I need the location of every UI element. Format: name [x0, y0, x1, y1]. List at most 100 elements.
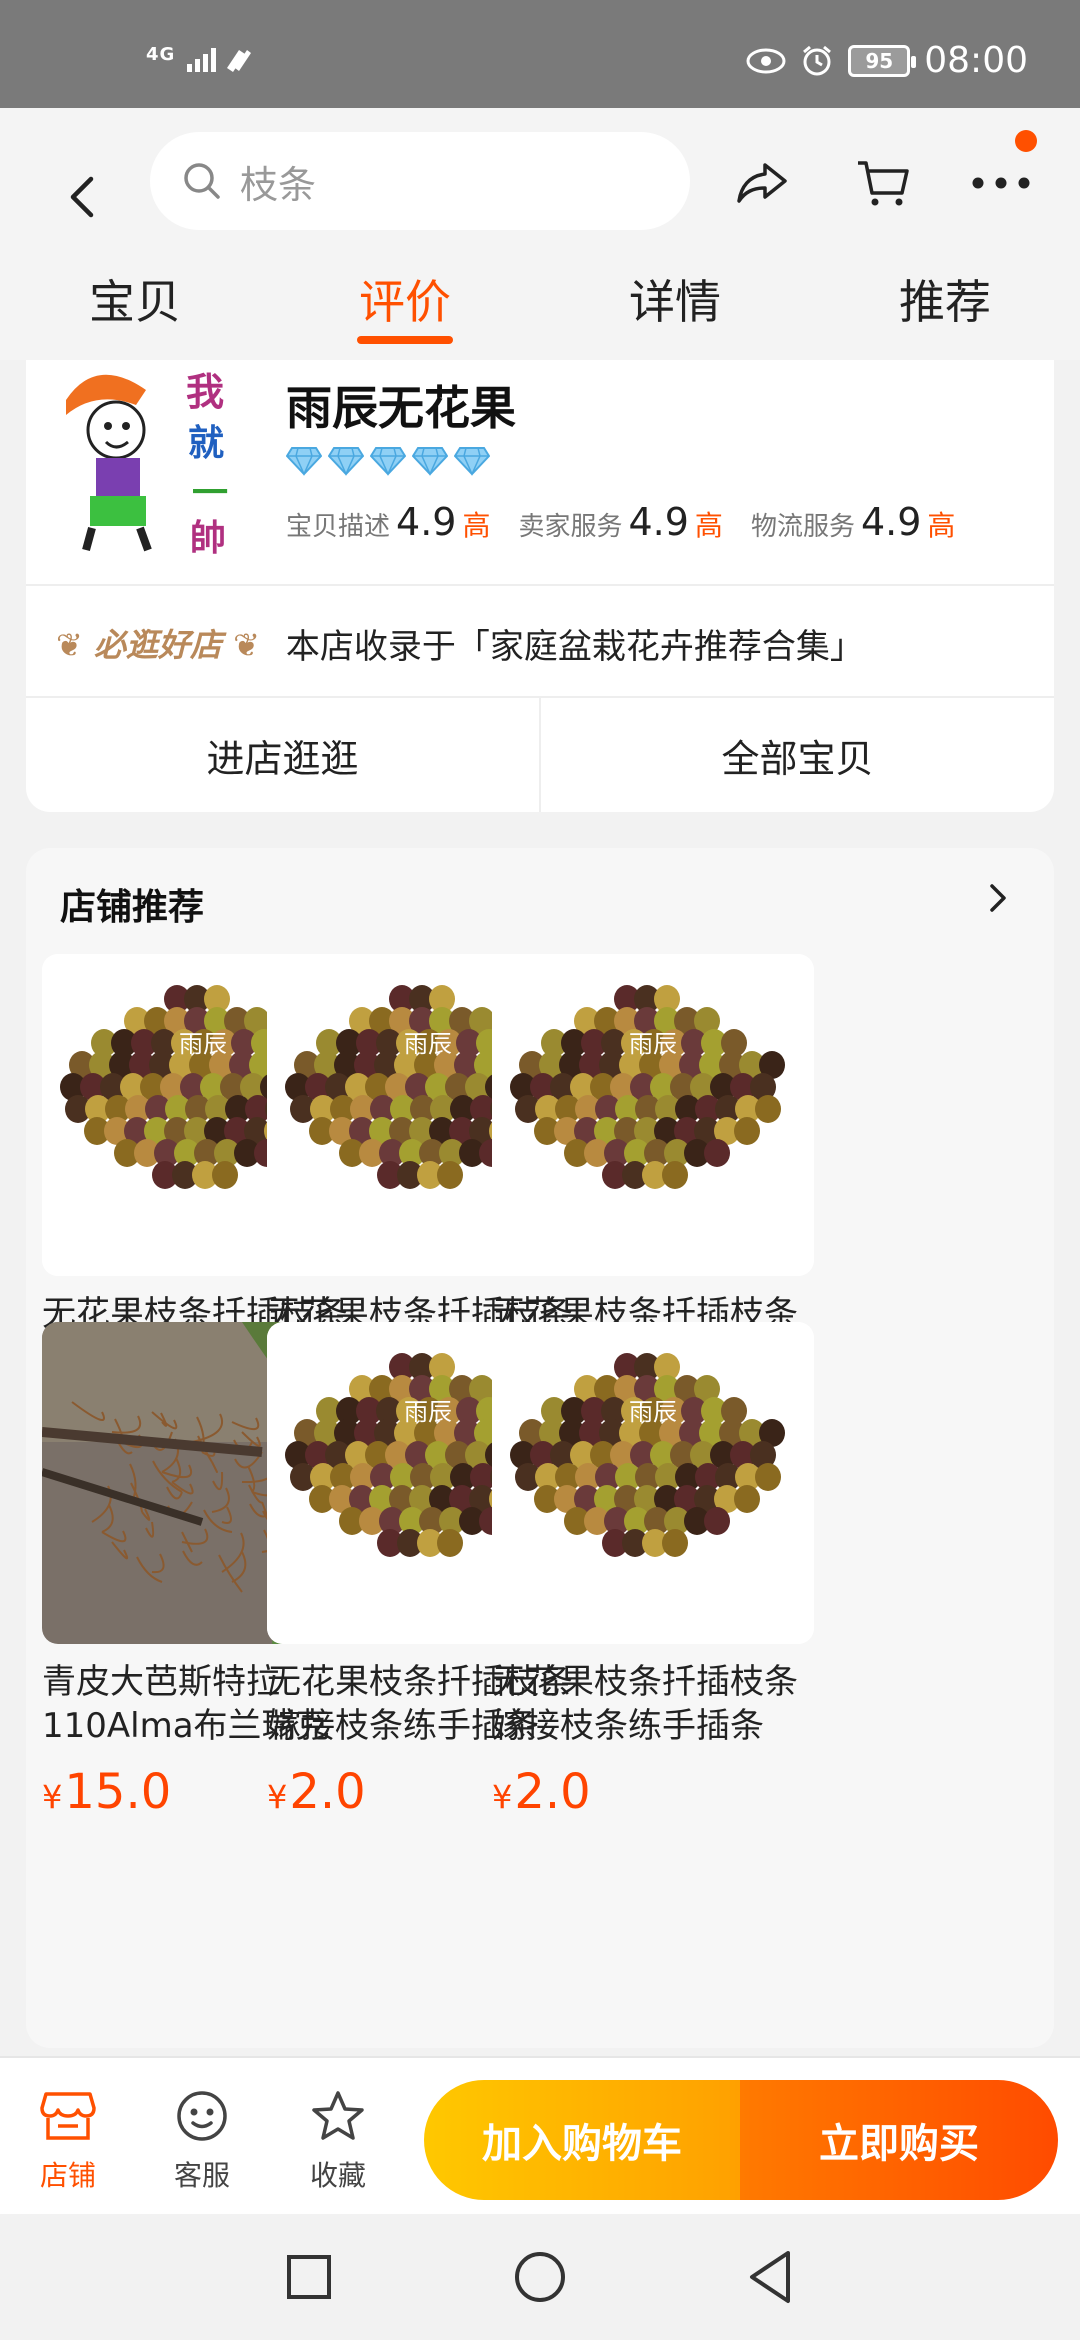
laurel-right-icon: ❦ [233, 626, 260, 664]
shop-rating-diamonds [286, 446, 490, 476]
shop-name[interactable]: 雨辰无花果 [286, 372, 516, 438]
score-tag: 高 [462, 509, 491, 542]
favorite-label: 收藏 [309, 2159, 366, 2192]
search-query: 枝条 [240, 162, 317, 207]
svg-text:帥: 帥 [190, 517, 226, 559]
product-thumbnail[interactable]: 雨辰 [492, 954, 814, 1276]
visit-shop-button[interactable]: 进店逛逛 [26, 698, 539, 812]
eye-icon [746, 48, 786, 73]
section-title: 店铺推荐 [60, 887, 205, 928]
price-value: 2.0 [514, 1764, 591, 1820]
currency-symbol: ¥ [267, 1778, 288, 1816]
badge-label: 必逛好店 [93, 626, 222, 664]
shop-logo[interactable]: 我 就 一 帥 [56, 360, 256, 560]
back-arrow-icon [70, 176, 94, 218]
shop-badge-row[interactable]: ❦ 必逛好店 ❦ 本店收录于「家庭盆栽花卉推荐合集」 [56, 608, 864, 678]
alarm-icon [803, 45, 832, 75]
all-items-button[interactable]: 全部宝贝 [539, 698, 1054, 812]
shop-tab-label: 店铺 [39, 2159, 96, 2192]
score-tag: 高 [927, 509, 956, 542]
svg-text:我: 我 [186, 369, 224, 414]
laurel-left-icon: ❦ [56, 626, 83, 664]
store-icon [40, 2092, 96, 2140]
watermark: 雨辰 [404, 1030, 452, 1058]
divider [26, 584, 1054, 586]
status-bar: 4G 95 08:00 [0, 0, 1080, 108]
notification-dot [1015, 130, 1037, 152]
shop-logo-image: 我 就 一 帥 [56, 360, 256, 560]
tab-reviews[interactable]: 评价 [270, 256, 540, 360]
svg-text:就: 就 [188, 422, 224, 464]
tab-recommend[interactable]: 推荐 [810, 256, 1080, 360]
must-visit-badge: ❦ 必逛好店 ❦ [56, 620, 260, 666]
buy-now-button[interactable]: 立即购买 [740, 2080, 1058, 2200]
shop-scores: 宝贝描述 4.9 高 卖家服务 4.9 高 物流服务 4.9 高 [286, 500, 955, 544]
tab-details[interactable]: 详情 [540, 256, 810, 360]
product-thumbnail[interactable]: 雨辰 [492, 1322, 814, 1644]
product-price: ¥2.0 [492, 1764, 814, 1820]
price-value: 2.0 [289, 1764, 366, 1820]
currency-symbol: ¥ [42, 1778, 63, 1816]
back-nav-button[interactable] [735, 2242, 805, 2312]
tab-bar: 宝贝 评价 详情 推荐 [0, 256, 1080, 360]
score-logistics: 物流服务 4.9 高 [751, 500, 955, 544]
bottom-action-bar: 店铺 客服 收藏 加入购物车 立即购买 [0, 2056, 1080, 2214]
watermark: 雨辰 [629, 1398, 677, 1426]
score-value: 4.9 [860, 500, 922, 544]
score-service: 卖家服务 4.9 高 [518, 500, 722, 544]
service-face-icon [177, 2091, 227, 2141]
watermark: 雨辰 [179, 1030, 227, 1058]
network-indicator: 4G [146, 44, 255, 74]
top-header: 枝条 宝贝 评价 详情 推荐 [0, 108, 1080, 360]
square-icon [287, 2255, 331, 2299]
shop-tab-button[interactable]: 店铺 [18, 2086, 118, 2194]
more-icon [972, 177, 1030, 189]
product-image: 雨辰 [492, 1322, 814, 1644]
clock: 08:00 [924, 40, 1028, 81]
customer-service-button[interactable]: 客服 [152, 2086, 252, 2194]
currency-symbol: ¥ [492, 1778, 513, 1816]
chevron-right-icon [990, 884, 1006, 912]
add-to-cart-button[interactable]: 加入购物车 [424, 2080, 740, 2200]
cart-button[interactable] [848, 148, 918, 218]
section-more-button[interactable] [978, 878, 1018, 918]
diamond-icon [286, 447, 322, 476]
score-description: 宝贝描述 4.9 高 [286, 500, 490, 544]
share-button[interactable] [727, 148, 797, 218]
search-icon [184, 163, 220, 199]
diamond-icon [454, 447, 490, 476]
product-image: 雨辰 [492, 954, 814, 1276]
network-type: 4G [146, 44, 176, 65]
more-button[interactable] [966, 148, 1036, 218]
recent-apps-button[interactable] [274, 2242, 344, 2312]
cart-icon [858, 161, 909, 206]
share-icon [737, 163, 787, 203]
circle-icon [515, 2252, 565, 2302]
price-value: 15.0 [64, 1764, 172, 1820]
score-label: 物流服务 [750, 512, 855, 542]
battery-indicator: 95 [848, 44, 917, 77]
home-button[interactable] [505, 2242, 575, 2312]
watermark: 雨辰 [629, 1030, 677, 1058]
product-card[interactable]: 雨辰无花果枝条扦插枝条嫁接枝条练手插条 ¥2.0 [492, 1322, 814, 1820]
triangle-back-icon [750, 2251, 790, 2303]
svg-text:一: 一 [192, 472, 228, 514]
status-right: 95 08:00 [746, 40, 1028, 81]
search-input[interactable]: 枝条 [150, 132, 690, 230]
diamond-icon [328, 447, 364, 476]
watermark: 雨辰 [404, 1398, 452, 1426]
score-value: 4.9 [628, 500, 689, 544]
score-label: 宝贝描述 [286, 512, 391, 542]
system-nav-bar [0, 2214, 1080, 2340]
product-title: 无花果枝条扦插枝条嫁接枝条练手插条 [492, 1662, 798, 1746]
signal-icon [186, 48, 251, 72]
favorite-button[interactable]: 收藏 [288, 2086, 388, 2194]
back-button[interactable] [52, 152, 112, 242]
score-label: 卖家服务 [518, 512, 623, 542]
tab-item[interactable]: 宝贝 [0, 256, 270, 360]
shop-actions: 进店逛逛 全部宝贝 [26, 698, 1054, 812]
shop-recommend-section: 店铺推荐 雨辰无花果枝条扦插枝条嫁接枝条练手插条¥1.0雨辰无花果枝条扦插枝条嫁… [26, 848, 1054, 2048]
diamond-icon [412, 447, 448, 476]
score-value: 4.9 [396, 500, 457, 544]
diamond-icon [370, 447, 406, 476]
